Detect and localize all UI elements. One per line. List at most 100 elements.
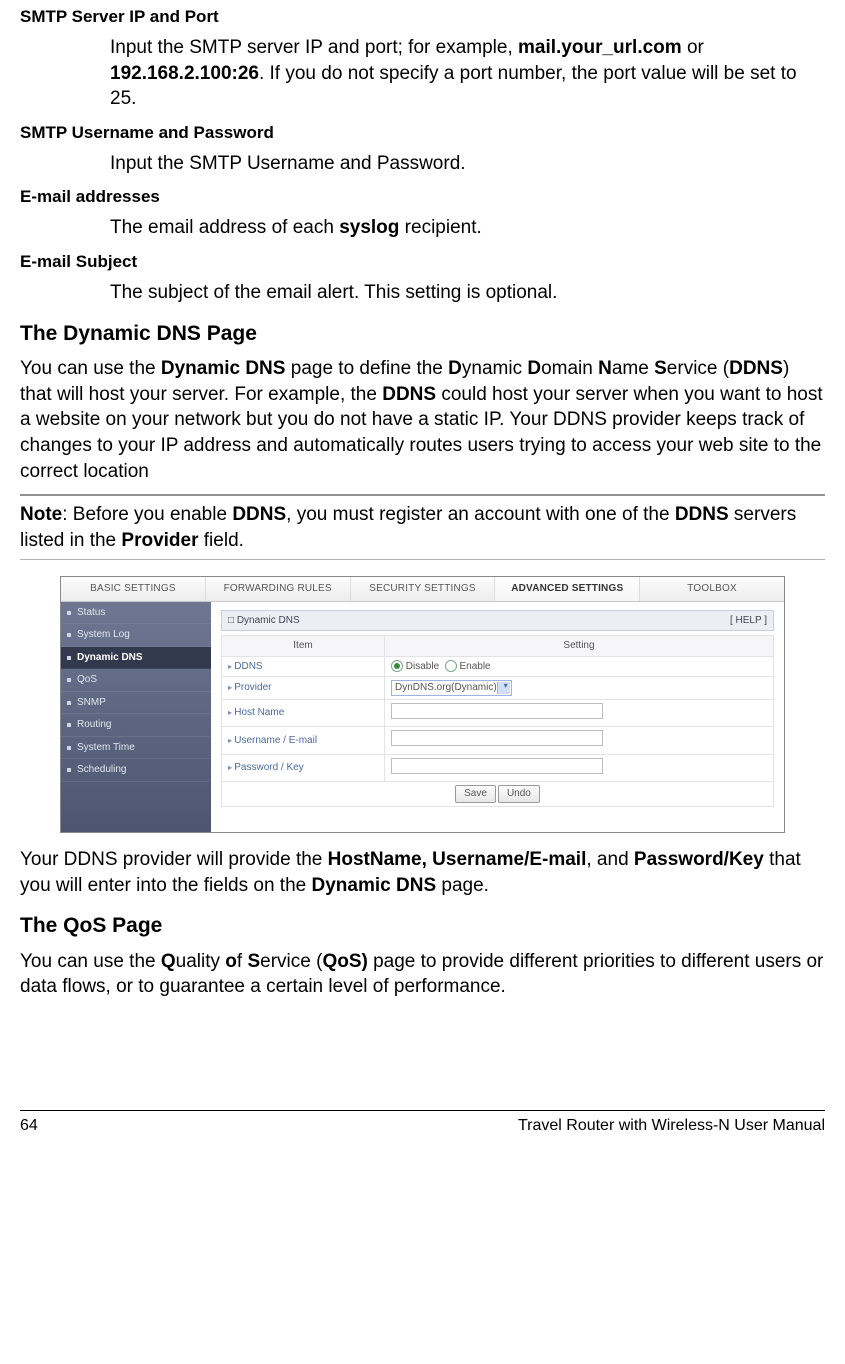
radio-label: Enable	[459, 661, 490, 672]
text: omain	[541, 358, 598, 379]
heading-qos: The QoS Page	[20, 912, 825, 940]
text-bold: Dynamic DNS	[312, 875, 437, 896]
text: , and	[586, 849, 634, 870]
row-label-password: Password / Key	[222, 754, 385, 782]
provider-select[interactable]: DynDNS.org(Dynamic)	[391, 680, 512, 696]
text: recipient.	[399, 217, 481, 238]
th-setting: Setting	[385, 636, 774, 657]
page-footer: 64 Travel Router with Wireless-N User Ma…	[20, 1110, 825, 1137]
syslog-bold: syslog	[339, 217, 399, 238]
text-bold: S	[654, 358, 667, 379]
sidebar-item-label: Status	[77, 606, 105, 620]
text: ame	[612, 358, 654, 379]
desc-smtp-ip: Input the SMTP server IP and port; for e…	[110, 35, 825, 112]
row-value-ddns: Disable Enable	[385, 656, 774, 677]
bullet-icon	[67, 678, 71, 682]
hostname-input[interactable]	[391, 703, 603, 719]
sidebar-item-qos[interactable]: QoS	[61, 669, 211, 692]
tab-toolbox[interactable]: TOOLBOX	[640, 577, 784, 601]
sidebar-item-routing[interactable]: Routing	[61, 714, 211, 737]
table-row: SaveUndo	[222, 782, 774, 807]
tab-label: SECURITY SETTINGS	[369, 582, 476, 596]
save-button[interactable]: Save	[455, 785, 496, 803]
text-bold: Provider	[121, 530, 198, 551]
help-link[interactable]: [ HELP ]	[730, 614, 767, 628]
bullet-icon	[67, 701, 71, 705]
text: uality	[176, 951, 226, 972]
text: You can use the	[20, 951, 161, 972]
th-item: Item	[222, 636, 385, 657]
text-bold: D	[448, 358, 462, 379]
panel-title: □ Dynamic DNS	[228, 614, 300, 628]
tab-security-settings[interactable]: SECURITY SETTINGS	[351, 577, 496, 601]
radio-enable[interactable]	[445, 660, 457, 672]
note-label: Note	[20, 504, 62, 525]
desc-smtp-user: Input the SMTP Username and Password.	[110, 151, 825, 177]
text-bold: HostName, Username/E-mail	[328, 849, 587, 870]
text: page.	[436, 875, 489, 896]
manual-title: Travel Router with Wireless-N User Manua…	[518, 1115, 825, 1137]
text: Your DDNS provider will provide the	[20, 849, 328, 870]
table-row: Host Name	[222, 699, 774, 727]
text: , you must register an account with one …	[286, 504, 675, 525]
bullet-icon	[67, 656, 71, 660]
text-bold: DDNS	[675, 504, 729, 525]
tab-label: FORWARDING RULES	[224, 582, 332, 596]
row-value-password	[385, 754, 774, 782]
text: ynamic	[462, 358, 527, 379]
row-value-username	[385, 727, 774, 755]
note-text: Note: Before you enable DDNS, you must r…	[20, 502, 825, 553]
text-bold: DDNS	[382, 384, 436, 405]
text: Input the SMTP server IP and port; for e…	[110, 37, 518, 58]
page-number: 64	[20, 1115, 38, 1137]
sidebar-item-label: SNMP	[77, 696, 106, 710]
password-input[interactable]	[391, 758, 603, 774]
text: field.	[199, 530, 244, 551]
table-header-row: Item Setting	[222, 636, 774, 657]
text: The email address of each	[110, 217, 339, 238]
bullet-icon	[67, 768, 71, 772]
panel-header: □ Dynamic DNS [ HELP ]	[221, 610, 774, 632]
text: ervice (	[260, 951, 322, 972]
para-qos: You can use the Quality of Service (QoS)…	[20, 949, 825, 1000]
sidebar-item-status[interactable]: Status	[61, 602, 211, 625]
tab-forwarding-rules[interactable]: FORWARDING RULES	[206, 577, 351, 601]
text-bold: DDNS	[232, 504, 286, 525]
sidebar-item-system-log[interactable]: System Log	[61, 624, 211, 647]
text-bold: N	[598, 358, 612, 379]
term-email-addr: E-mail addresses	[20, 186, 825, 209]
row-label-ddns: DDNS	[222, 656, 385, 677]
sidebar-item-label: Dynamic DNS	[77, 651, 143, 665]
username-input[interactable]	[391, 730, 603, 746]
radio-label: Disable	[406, 661, 439, 672]
row-label-username: Username / E-mail	[222, 727, 385, 755]
radio-disable[interactable]	[391, 660, 403, 672]
row-label-hostname: Host Name	[222, 699, 385, 727]
bullet-icon	[67, 746, 71, 750]
sidebar-item-scheduling[interactable]: Scheduling	[61, 759, 211, 782]
note-box: Note: Before you enable DDNS, you must r…	[20, 494, 825, 560]
desc-email-subj: The subject of the email alert. This set…	[110, 280, 825, 306]
table-row: Username / E-mail	[222, 727, 774, 755]
bullet-icon	[67, 723, 71, 727]
button-row: SaveUndo	[222, 782, 774, 807]
sidebar-item-label: QoS	[77, 673, 97, 687]
tab-basic-settings[interactable]: BASIC SETTINGS	[61, 577, 206, 601]
sidebar-item-snmp[interactable]: SNMP	[61, 692, 211, 715]
text: You can use the	[20, 358, 161, 379]
table-row: DDNS Disable Enable	[222, 656, 774, 677]
tab-advanced-settings[interactable]: ADVANCED SETTINGS	[495, 577, 640, 601]
tab-label: ADVANCED SETTINGS	[511, 582, 623, 596]
text: page to define the	[285, 358, 448, 379]
undo-button[interactable]: Undo	[498, 785, 540, 803]
text-bold: QoS)	[322, 951, 367, 972]
sidebar-item-system-time[interactable]: System Time	[61, 737, 211, 760]
text: ervice (	[667, 358, 729, 379]
tab-label: TOOLBOX	[687, 582, 737, 596]
text-bold: D	[527, 358, 541, 379]
sidebar-item-label: Scheduling	[77, 763, 126, 777]
sidebar-item-dynamic-dns[interactable]: Dynamic DNS	[61, 647, 211, 670]
settings-table: Item Setting DDNS Disable Enable Provide…	[221, 635, 774, 807]
row-label-provider: Provider	[222, 677, 385, 700]
text-bold: Q	[161, 951, 176, 972]
